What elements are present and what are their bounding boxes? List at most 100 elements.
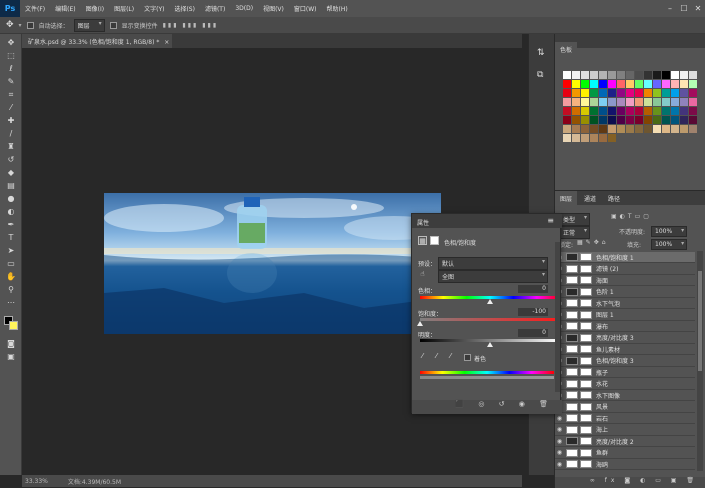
pen-icon[interactable]: ✒	[5, 220, 17, 230]
screen-mode-icon[interactable]: ▣	[5, 352, 17, 362]
color-swatch[interactable]	[599, 98, 607, 106]
color-swatch[interactable]	[662, 71, 670, 79]
color-swatch[interactable]	[680, 80, 688, 88]
color-swatch[interactable]	[581, 134, 589, 142]
color-swatch[interactable]	[635, 107, 643, 115]
color-swatch[interactable]	[572, 116, 580, 124]
saturation-slider-thumb[interactable]	[417, 321, 423, 326]
layer-mask-thumbnail[interactable]	[580, 379, 592, 388]
visibility-eye-icon[interactable]: ◉	[555, 415, 564, 422]
minimize-button[interactable]: –	[663, 4, 677, 13]
color-swatch[interactable]	[617, 107, 625, 115]
color-swatch[interactable]	[689, 89, 697, 97]
color-swatch[interactable]	[590, 125, 598, 133]
color-swatch[interactable]	[572, 80, 580, 88]
color-swatch[interactable]	[680, 98, 688, 106]
color-swatch[interactable]	[617, 71, 625, 79]
brush-icon[interactable]: /	[5, 129, 17, 139]
zoom-level[interactable]: 33.33%	[25, 478, 48, 485]
layer-mask-thumbnail[interactable]	[580, 437, 592, 445]
saturation-value[interactable]: -100	[518, 308, 548, 316]
tab-layers[interactable]: 图层	[555, 191, 578, 205]
zoom-icon[interactable]: ⚲	[5, 285, 17, 295]
color-swatch[interactable]	[590, 98, 598, 106]
properties-icon[interactable]: ⧉	[537, 70, 543, 80]
layer-mask-thumbnail[interactable]	[580, 391, 592, 399]
hue-slider-thumb[interactable]	[487, 299, 493, 304]
color-swatch[interactable]	[608, 89, 616, 97]
color-swatch[interactable]	[581, 80, 589, 88]
menu-window[interactable]: 窗口(W)	[289, 4, 322, 13]
kind-filter-dropdown[interactable]: 类型	[559, 213, 591, 226]
color-swatch[interactable]	[581, 71, 589, 79]
color-swatch[interactable]	[563, 71, 571, 79]
layer-mask-thumbnail[interactable]	[580, 264, 592, 273]
color-swatch[interactable]	[689, 71, 697, 79]
color-swatch[interactable]	[644, 107, 652, 115]
color-swatch[interactable]	[590, 107, 598, 115]
color-swatch[interactable]	[617, 98, 625, 106]
color-swatch[interactable]	[671, 98, 679, 106]
layer-row[interactable]: ◉水下气泡	[555, 298, 695, 309]
color-swatch[interactable]	[599, 125, 607, 133]
layer-row[interactable]: ◉图层 1	[555, 310, 695, 321]
color-swatch[interactable]	[608, 71, 616, 79]
layer-mask-thumbnail[interactable]	[580, 276, 592, 284]
color-swatch[interactable]	[581, 89, 589, 97]
color-swatch[interactable]	[671, 125, 679, 133]
color-swatch[interactable]	[608, 98, 616, 106]
show-transform-checkbox[interactable]	[109, 21, 117, 29]
eyedropper-icon[interactable]: ⁄	[418, 352, 427, 361]
menu-select[interactable]: 选择(S)	[169, 4, 200, 13]
color-swatch[interactable]	[599, 71, 607, 79]
layer-footer-icons[interactable]: ∞ fx ◙ ◐ ▭ ▣ 🗑	[555, 477, 705, 488]
tab-swatches[interactable]: 色板	[555, 42, 578, 56]
layer-mask-thumbnail[interactable]	[580, 356, 592, 365]
color-swatch[interactable]	[617, 116, 625, 124]
saturation-slider[interactable]	[420, 318, 560, 321]
color-swatch[interactable]	[635, 98, 643, 106]
color-swatch[interactable]	[599, 116, 607, 124]
menu-3d[interactable]: 3D(D)	[230, 5, 258, 12]
tab-channels[interactable]: 通道	[579, 191, 602, 205]
layer-mask-thumbnail[interactable]	[580, 345, 592, 353]
color-swatch[interactable]	[608, 134, 616, 142]
color-swatch[interactable]	[689, 125, 697, 133]
color-swatch[interactable]	[572, 71, 580, 79]
color-swatch[interactable]	[608, 125, 616, 133]
layer-row[interactable]: ◉ 亮度/对比度 2	[555, 436, 695, 447]
stamp-icon[interactable]: ♜	[5, 142, 17, 152]
layer-row[interactable]: ◉瀑布	[555, 321, 695, 332]
crop-icon[interactable]: ⌗	[5, 90, 17, 100]
layer-mask-thumbnail[interactable]	[580, 368, 592, 376]
opacity-input[interactable]: 100%	[651, 226, 688, 237]
eyedropper-icon[interactable]: ⁄	[5, 103, 17, 113]
color-swatch[interactable]	[671, 80, 679, 88]
color-swatch[interactable]	[662, 125, 670, 133]
menu-view[interactable]: 视图(V)	[258, 4, 289, 13]
color-swatch[interactable]	[671, 116, 679, 124]
color-swatch[interactable]	[689, 98, 697, 106]
color-swatch[interactable]	[653, 116, 661, 124]
mask-icon[interactable]	[430, 236, 439, 245]
layer-row[interactable]: ◉色阶 1	[555, 287, 695, 298]
color-swatch[interactable]	[617, 89, 625, 97]
color-swatch[interactable]	[608, 107, 616, 115]
color-swatch[interactable]	[626, 125, 634, 133]
color-swatch[interactable]	[662, 80, 670, 88]
color-swatch[interactable]	[590, 80, 598, 88]
color-swatch[interactable]	[617, 125, 625, 133]
color-swatch[interactable]	[653, 89, 661, 97]
layer-mask-thumbnail[interactable]	[580, 425, 592, 434]
color-swatch[interactable]	[662, 116, 670, 124]
color-swatch[interactable]	[599, 134, 607, 142]
eraser-icon[interactable]: ◆	[5, 168, 17, 178]
color-swatch[interactable]	[644, 98, 652, 106]
eyedropper-plus-icon[interactable]: ⁄	[432, 352, 441, 361]
quick-mask-icon[interactable]: ◙	[5, 339, 17, 349]
layer-row[interactable]: ◉亮度/对比度 3	[555, 333, 695, 344]
color-swatch[interactable]	[680, 116, 688, 124]
colorize-checkbox[interactable]	[464, 354, 471, 361]
layer-mask-thumbnail[interactable]	[580, 460, 592, 468]
maximize-button[interactable]: ☐	[677, 4, 691, 13]
